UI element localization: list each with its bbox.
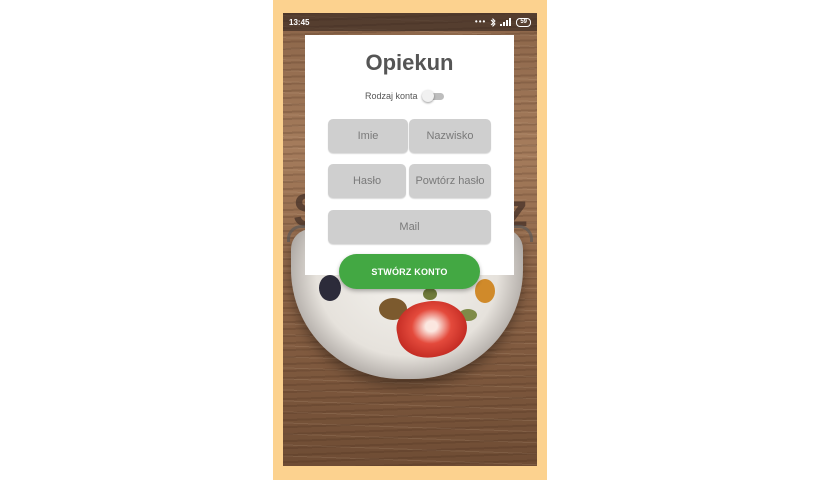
battery-icon: 59 <box>516 17 531 27</box>
background-seed <box>423 288 437 300</box>
password-input[interactable] <box>328 164 406 198</box>
first-name-input[interactable] <box>328 119 408 153</box>
status-time: 13:45 <box>289 17 310 27</box>
registration-card: Opiekun Rodzaj konta <box>305 35 514 275</box>
email-input[interactable] <box>328 210 491 244</box>
account-type-label: Rodzaj konta <box>365 91 418 101</box>
status-icons: ••• 59 <box>474 17 531 27</box>
background-apricot <box>475 279 495 303</box>
last-name-input[interactable] <box>409 119 491 153</box>
toggle-thumb <box>421 90 434 102</box>
background-blueberry <box>319 275 341 301</box>
page-title: Opiekun <box>365 50 454 75</box>
notification-dots-icon: ••• <box>474 17 487 26</box>
repeat-password-input[interactable] <box>409 164 491 198</box>
create-account-button[interactable]: STWÓRZ KONTO <box>339 254 480 289</box>
bluetooth-icon <box>490 17 496 27</box>
signal-icon <box>500 18 512 26</box>
status-bar: 13:45 ••• 59 <box>283 13 537 31</box>
account-type-row: Rodzaj konta <box>365 90 444 102</box>
account-type-toggle[interactable] <box>421 90 444 102</box>
